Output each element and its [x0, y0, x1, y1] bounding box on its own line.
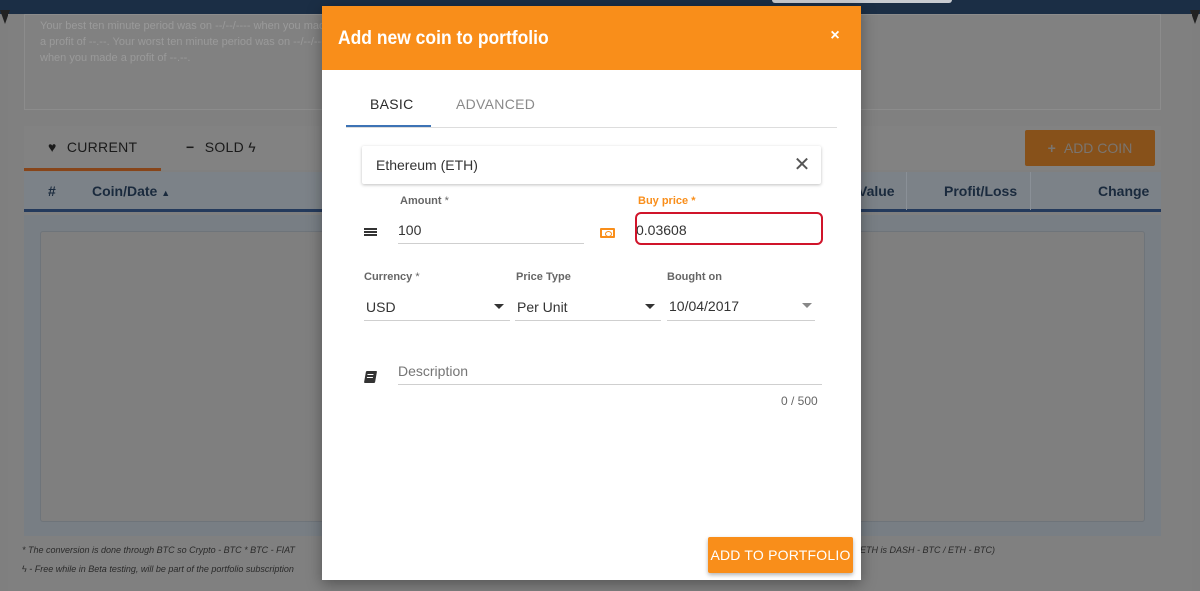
footnote-conversion-tail: ETH is DASH - BTC / ETH - BTC) [860, 545, 995, 555]
price-type-label: Price Type [516, 271, 571, 283]
amount-label: Amount * [400, 195, 449, 207]
bought-on-label: Bought on [667, 271, 722, 283]
column-header-index: # [48, 183, 56, 199]
buy-price-label: Buy price * [638, 195, 695, 207]
tab-basic-active-indicator [346, 125, 431, 127]
column-divider [1030, 172, 1031, 210]
column-header-profit-loss: Profit/Loss [944, 183, 1018, 199]
heartbeat-icon: ♥ [48, 139, 57, 155]
plus-icon: + [1047, 140, 1056, 156]
tab-current[interactable]: ♥ CURRENT [48, 139, 137, 155]
coin-select-value: Ethereum (ETH) [376, 157, 478, 173]
modal-header: Add new coin to portfolio × [322, 6, 861, 70]
tab-advanced[interactable]: ADVANCED [456, 96, 535, 112]
tab-current-label: CURRENT [66, 139, 138, 155]
tabs-divider [346, 127, 837, 128]
book-icon [363, 371, 378, 383]
minus-icon: − [186, 139, 195, 155]
required-mark: * [415, 271, 420, 283]
coin-select[interactable]: Ethereum (ETH) ✕ [362, 146, 821, 184]
price-type-select-value[interactable]: Per Unit [517, 299, 568, 315]
description-char-counter: 0 / 500 [781, 394, 818, 408]
bought-on-underline [667, 320, 815, 321]
coin-date-label: Coin/Date [92, 183, 158, 199]
sort-asc-icon: ▲ [161, 188, 171, 198]
required-mark: * [691, 195, 696, 207]
add-to-portfolio-button[interactable]: ADD TO PORTFOLIO [708, 537, 853, 573]
add-coin-modal: Add new coin to portfolio × BASIC ADVANC… [322, 6, 861, 580]
amount-label-text: Amount [400, 195, 442, 207]
bolt-icon: ϟ [22, 564, 27, 574]
currency-underline [364, 320, 510, 321]
chevron-down-icon[interactable] [802, 303, 812, 308]
nav-dropdown-stub [772, 0, 952, 3]
bolt-icon: ϟ [248, 139, 256, 155]
add-coin-button[interactable]: + ADD COIN [1025, 130, 1155, 166]
column-header-value: Value [858, 183, 895, 199]
money-icon [600, 228, 615, 238]
description-input[interactable] [398, 357, 822, 385]
required-mark: * [444, 195, 449, 207]
summary-text: Your best ten minute period was on --/--… [40, 20, 332, 64]
price-type-underline [515, 320, 661, 321]
amount-input[interactable] [398, 216, 584, 244]
currency-label-text: Currency [364, 271, 413, 283]
currency-label: Currency * [364, 271, 420, 283]
column-header-change: Change [1098, 183, 1150, 199]
buy-price-label-text: Buy price [638, 195, 689, 207]
chevron-down-icon[interactable] [494, 304, 504, 309]
column-header-coin-date[interactable]: Coin/Date ▲ [92, 183, 170, 199]
tab-current-underline [24, 168, 161, 171]
column-divider [906, 172, 907, 210]
footnote-beta: ϟ - Free while in Beta testing, will be … [22, 564, 294, 574]
chevron-down-icon[interactable] [645, 304, 655, 309]
modal-title: Add new coin to portfolio [338, 28, 549, 49]
add-coin-label: ADD COIN [1063, 140, 1133, 156]
clear-icon[interactable]: ✕ [792, 155, 812, 175]
footnote-beta-text: - Free while in Beta testing, will be pa… [29, 564, 294, 574]
tab-basic[interactable]: BASIC [370, 96, 414, 112]
tab-sold-label: SOLD [204, 139, 245, 155]
footnote-conversion: * The conversion is done through BTC so … [22, 545, 295, 555]
close-icon[interactable]: × [825, 26, 845, 46]
bought-on-value[interactable]: 10/04/2017 [669, 298, 739, 314]
currency-select-value[interactable]: USD [366, 299, 396, 315]
buy-price-highlight [635, 212, 823, 245]
amount-icon [364, 228, 377, 239]
tab-sold[interactable]: − SOLD ϟ [186, 139, 256, 155]
